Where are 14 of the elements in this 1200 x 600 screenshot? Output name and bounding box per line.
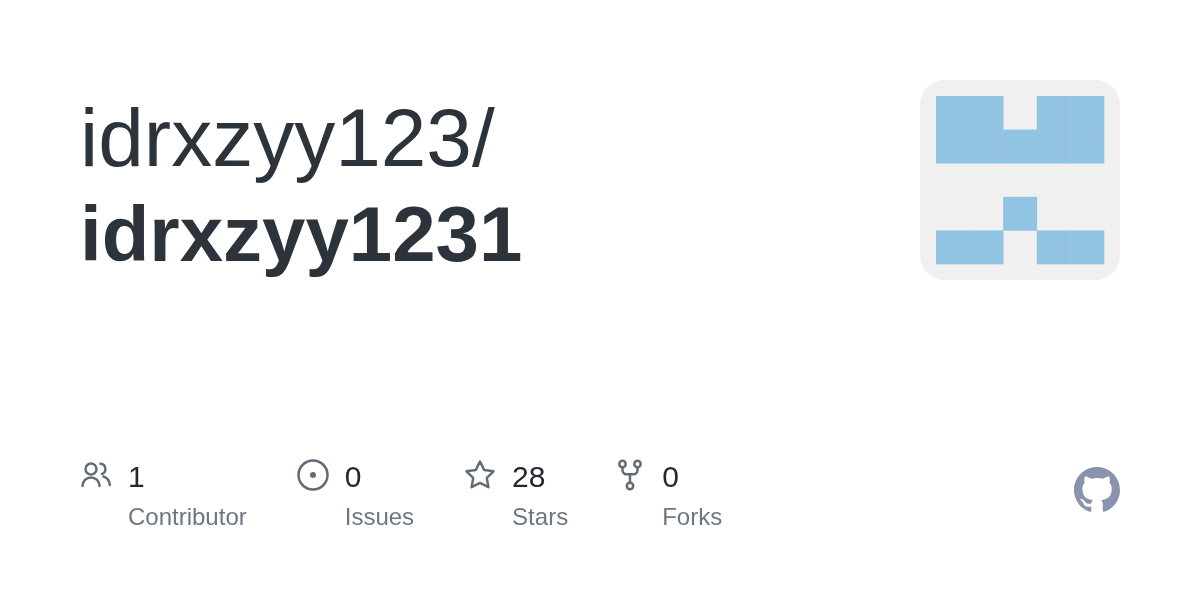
fork-icon — [618, 459, 643, 491]
cat-logo-icon — [1074, 467, 1120, 513]
stat-count: 1 — [128, 459, 146, 495]
stat-label: Forks — [662, 502, 723, 532]
stat-label: Contributor — [128, 502, 247, 532]
stat-count: 0 — [662, 459, 680, 495]
stat-label: Issues — [344, 502, 415, 532]
owner-name: idrxzyy123/ — [80, 91, 496, 185]
stat-count: 0 — [344, 459, 363, 495]
repository-name: idrxzyy1231 — [80, 189, 523, 280]
stat-count: 28 — [512, 459, 547, 495]
star-icon — [464, 459, 497, 491]
dot-circle-icon — [296, 459, 329, 491]
stat-label: Stars — [512, 502, 569, 532]
